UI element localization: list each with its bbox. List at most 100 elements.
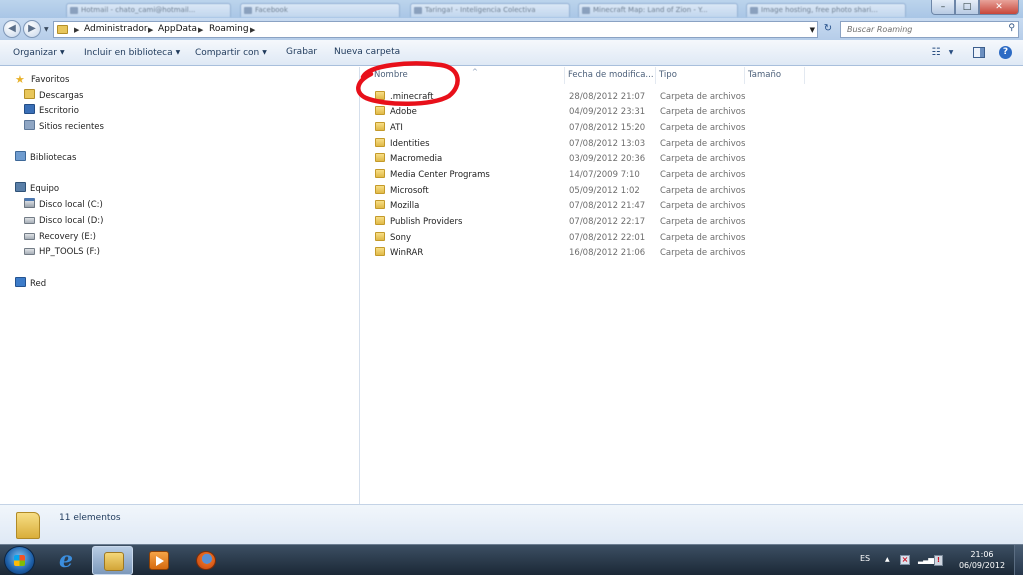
recent-pages-dropdown-icon[interactable]: ▼ [44,26,49,33]
organize-button[interactable]: Organizar ▼ [13,40,65,65]
folder-icon [375,153,385,162]
close-button[interactable]: ✕ [979,0,1019,15]
taskbar-media-player[interactable] [138,546,179,575]
file-type: Carpeta de archivos [660,170,746,180]
network-signal-icon[interactable]: ▂▃▅ [918,555,935,565]
file-type: Carpeta de archivos [660,139,746,149]
nav-item-desktop[interactable]: Escritorio [24,104,79,119]
file-name-cell: Sony [375,231,411,246]
file-row[interactable]: Mozilla 07/08/2012 21:47 Carpeta de archiv… [361,199,1023,214]
preview-pane-icon[interactable] [973,47,985,58]
file-row[interactable]: Microsoft 05/09/2012 1:02 Carpeta de archi… [361,184,1023,199]
start-button[interactable] [4,546,35,575]
view-options-icon[interactable]: ☷ [930,46,942,60]
chevron-right-icon[interactable]: ▶ [148,23,153,37]
search-icon[interactable]: ⚲ [1008,23,1015,33]
nav-network[interactable]: Red [15,277,46,292]
taskbar-windows-explorer[interactable] [92,546,133,575]
folder-icon [375,169,385,178]
file-name-cell: Publish Providers [375,215,462,230]
search-box: ⚲ [840,21,1019,38]
nav-item-drive-f[interactable]: HP_TOOLS (F:) [24,245,100,260]
nav-item-drive-d[interactable]: Disco local (D:) [24,214,103,229]
share-with-button[interactable]: Compartir con ▼ [195,40,267,65]
file-list: Nombre ^ Fecha de modifica... Tipo Tamaño… [356,61,1023,504]
background-tab: Image hosting, free photo shari... [746,3,906,17]
chevron-right-icon[interactable]: ▶ [250,23,255,37]
nav-computer[interactable]: Equipo [15,182,59,197]
file-type: Carpeta de archivos [660,107,746,117]
minimize-button[interactable]: – [931,0,955,15]
downloads-icon [24,89,35,99]
folder-icon [375,185,385,194]
nav-libraries[interactable]: Bibliotecas [15,151,76,166]
show-hidden-icons-icon[interactable]: ▲ [885,555,890,565]
file-name: Publish Providers [390,217,463,227]
file-row[interactable]: Media Center Programs 14/07/2009 7:10 Carp… [361,168,1023,183]
file-name: Media Center Programs [390,170,490,180]
file-name: Sony [390,233,412,243]
sort-ascending-icon: ^ [472,68,478,76]
title-bar: Hotmail - chato_cami@hotmail... Facebook… [0,0,1023,18]
file-row[interactable]: Macromedia 03/09/2012 20:36 Carpeta de arc… [361,152,1023,167]
nav-item-drive-c[interactable]: Disco local (C:) [24,198,103,213]
nav-label: Bibliotecas [30,153,77,163]
breadcrumb-item[interactable]: Administrador [84,22,148,37]
language-indicator[interactable]: ES [860,554,870,563]
taskbar-firefox[interactable] [185,546,226,575]
file-name-cell: Microsoft [375,184,429,199]
file-type: Carpeta de archivos [660,248,746,258]
details-pane: 11 elementos [0,504,1023,544]
chevron-down-icon: ▼ [175,49,181,56]
refresh-button[interactable]: ↻ [821,21,835,38]
forward-arrow-icon: ▶ [28,23,36,34]
file-type: Carpeta de archivos [660,154,746,164]
chevron-right-icon[interactable]: ▶ [198,23,203,37]
share-with-label: Compartir con [195,48,260,58]
file-date: 07/08/2012 13:03 [569,139,646,149]
file-date: 28/08/2012 21:07 [569,92,646,102]
column-header-size[interactable]: Tamaño [745,67,805,84]
forward-button[interactable]: ▶ [23,20,41,38]
file-type: Carpeta de archivos [660,123,746,133]
nav-label: Red [30,279,47,289]
file-name: WinRAR [390,248,424,258]
search-input[interactable] [841,22,1001,37]
nav-item-recent-places[interactable]: Sitios recientes [24,120,104,135]
windows-explorer-icon [104,552,124,571]
file-name: Macromedia [390,154,443,164]
network-icon [15,277,26,287]
column-header-type[interactable]: Tipo [656,67,745,84]
file-date: 07/08/2012 21:47 [569,201,646,211]
background-tab: Facebook [240,3,400,17]
file-row[interactable]: WinRAR 16/08/2012 21:06 Carpeta de archivo… [361,246,1023,261]
nav-favorites[interactable]: ★ Favoritos [15,73,69,88]
breadcrumb[interactable]: ▶ Administrador ▶ AppData ▶ Roaming ▶ ▼ [53,21,818,38]
taskbar-internet-explorer[interactable]: e [45,546,86,575]
file-row[interactable]: Identities 07/08/2012 13:03 Carpeta de arc… [361,137,1023,152]
chevron-down-icon[interactable]: ▼ [810,23,815,37]
file-row[interactable]: ATI 07/08/2012 15:20 Carpeta de archivos [361,121,1023,136]
burn-button[interactable]: Grabar [286,40,317,65]
battery-icon[interactable]: ! [934,555,943,566]
file-type: Carpeta de archivos [660,201,746,211]
show-desktop-button[interactable] [1014,545,1023,575]
include-library-button[interactable]: Incluir en biblioteca ▼ [84,40,180,65]
folder-icon [375,200,385,209]
back-button[interactable]: ◀ [3,20,21,38]
file-row[interactable]: Sony 07/08/2012 22:01 Carpeta de archivos [361,231,1023,246]
nav-item-drive-e[interactable]: Recovery (E:) [24,230,96,245]
nav-item-downloads[interactable]: Descargas [24,89,83,104]
clock[interactable]: 21:06 06/09/2012 [954,549,1010,571]
breadcrumb-item[interactable]: AppData [158,22,197,37]
action-center-icon[interactable]: × [900,555,910,565]
file-row[interactable]: Publish Providers 07/08/2012 22:17 Carpeta… [361,215,1023,230]
maximize-button[interactable]: □ [955,0,979,15]
help-icon[interactable]: ? [999,46,1012,59]
item-count: 11 elementos [59,513,121,523]
breadcrumb-item[interactable]: Roaming [209,22,249,37]
file-name: ATI [390,123,403,133]
chevron-down-icon[interactable]: ▼ [947,46,955,60]
column-header-date[interactable]: Fecha de modifica... [565,67,656,84]
chevron-right-icon[interactable]: ▶ [74,23,79,37]
